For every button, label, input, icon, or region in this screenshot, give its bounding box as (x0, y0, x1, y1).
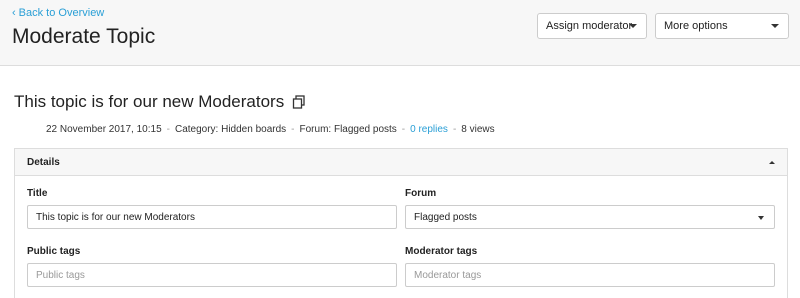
forum-label: Forum (405, 188, 437, 199)
meta-separator: - (166, 124, 170, 135)
caret-down-icon (771, 24, 779, 28)
forum-select-value: Flagged posts (414, 211, 477, 223)
copy-icon[interactable] (292, 95, 306, 109)
caret-up-icon (769, 161, 775, 164)
assign-moderator-dropdown[interactable]: Assign moderator (537, 13, 647, 39)
moderator-tags-placeholder: Moderator tags (414, 269, 482, 281)
title-label: Title (27, 188, 48, 199)
topic-meta: 22 November 2017, 10:15- Category: Hidden… (46, 124, 495, 135)
replies-link[interactable]: 0 replies (410, 124, 448, 135)
topic-views: 8 views (461, 124, 495, 135)
meta-separator: - (401, 124, 406, 135)
page-title: Moderate Topic (12, 25, 156, 48)
public-tags-placeholder: Public tags (36, 269, 85, 281)
meta-separator: - (452, 124, 457, 135)
details-heading: Details (27, 156, 60, 168)
page-header: ‹ Back to Overview Moderate Topic Assign … (0, 0, 800, 66)
topic-title: This topic is for our new Moderators (14, 92, 306, 112)
caret-down-icon (629, 24, 637, 28)
public-tags-label: Public tags (27, 246, 81, 257)
assign-moderator-label: Assign moderator (546, 20, 633, 32)
topic-category: Category: Hidden boards (174, 124, 287, 135)
caret-down-icon (758, 216, 764, 220)
topic-title-text: This topic is for our new Moderators (14, 92, 285, 111)
details-panel-header[interactable]: Details (15, 149, 787, 176)
moderator-tags-label: Moderator tags (405, 246, 478, 257)
meta-separator: - (291, 124, 295, 135)
chevron-left-icon: ‹ (12, 7, 16, 19)
details-panel: Details Title This topic is for our new … (14, 148, 788, 298)
title-input[interactable]: This topic is for our new Moderators (27, 205, 397, 229)
forum-select[interactable]: Flagged posts (405, 205, 775, 229)
more-options-label: More options (664, 20, 728, 32)
public-tags-input[interactable]: Public tags (27, 263, 397, 287)
topic-date: 22 November 2017, 10:15 (46, 124, 162, 135)
more-options-dropdown[interactable]: More options (655, 13, 789, 39)
back-to-overview-link[interactable]: ‹ Back to Overview (12, 7, 104, 19)
moderator-tags-input[interactable]: Moderator tags (405, 263, 775, 287)
back-link-label: Back to Overview (18, 7, 105, 19)
topic-forum: Forum: Flagged posts (299, 124, 397, 135)
title-input-value: This topic is for our new Moderators (36, 211, 195, 223)
